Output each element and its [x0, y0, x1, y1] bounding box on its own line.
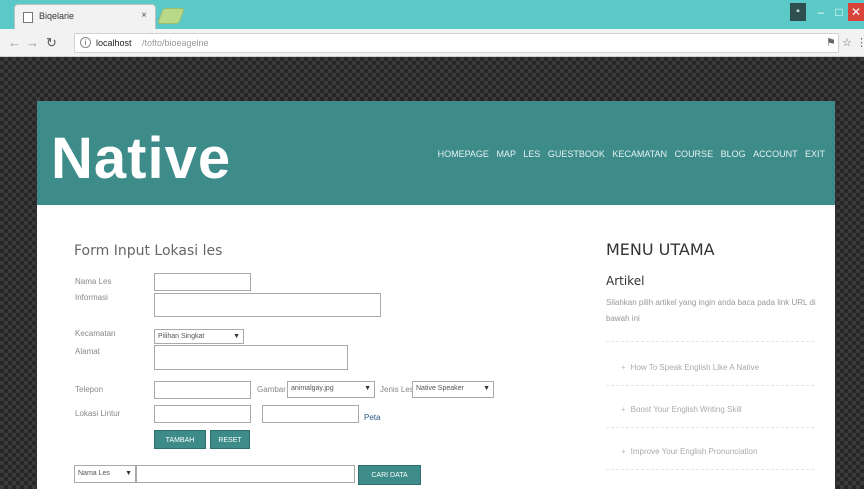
close-window-icon[interactable]: ✕ — [848, 3, 864, 21]
info-icon[interactable]: i — [80, 37, 91, 48]
label-informasi: Informasi — [75, 293, 108, 302]
chevron-down-icon: ▼ — [233, 333, 240, 340]
sidebar-divider — [606, 469, 814, 470]
jenis-les-selected-value: Native Speaker — [416, 385, 464, 392]
jenis-les-select[interactable]: Native Speaker ▼ — [412, 381, 494, 398]
main-nav: HOMEPAGE MAP LES GUESTBOOK KECAMATAN COU… — [433, 149, 825, 159]
bullet-icon: + — [621, 447, 626, 456]
search-input[interactable] — [136, 465, 355, 483]
label-lokasi: Lokasi Lintur — [75, 409, 121, 418]
gambar-selected-value: animalgay.jpg — [291, 385, 334, 392]
nav-exit[interactable]: EXIT — [805, 149, 825, 159]
latitude-input[interactable] — [154, 405, 251, 423]
telepon-input[interactable] — [154, 381, 251, 399]
sidebar-divider — [606, 427, 814, 428]
nav-blog[interactable]: BLOG — [721, 149, 746, 159]
bullet-icon: + — [621, 363, 626, 372]
minimize-icon[interactable]: – — [812, 3, 830, 21]
sidebar-divider — [606, 341, 814, 342]
form-title: Form Input Lokasi les — [74, 243, 223, 259]
reload-icon[interactable]: ↻ — [46, 35, 57, 51]
nama-les-input[interactable] — [154, 273, 251, 291]
url-path: /tofto/bioeagelne — [142, 38, 209, 48]
label-nama-les: Nama Les — [75, 277, 112, 286]
browser-toolbar: ← → ↻ i localhost /tofto/bioeagelne ⚑ ☆ … — [0, 29, 864, 57]
label-jenis-les: Jenis Les — [380, 385, 414, 394]
sidebar-divider — [606, 385, 814, 386]
label-alamat: Alamat — [75, 347, 100, 356]
star-icon[interactable]: ☆ — [842, 36, 852, 49]
profile-icon[interactable]: ▪ — [790, 3, 806, 21]
tab-close-icon[interactable]: × — [141, 10, 147, 21]
site-header: Native HOMEPAGE MAP LES GUESTBOOK KECAMA… — [37, 101, 835, 205]
sidebar-description: Silahkan pilih artikel yang ingin anda b… — [606, 298, 816, 323]
nav-guestbook[interactable]: GUESTBOOK — [548, 149, 605, 159]
gambar-select[interactable]: animalgay.jpg ▼ — [287, 381, 375, 398]
nav-account[interactable]: ACCOUNT — [753, 149, 797, 159]
site-container: Native HOMEPAGE MAP LES GUESTBOOK KECAMA… — [37, 101, 835, 489]
back-arrow-icon[interactable]: ← — [8, 35, 21, 50]
alamat-textarea[interactable] — [154, 345, 348, 370]
sidebar-subtitle: Artikel — [606, 274, 645, 288]
forward-arrow-icon[interactable]: → — [26, 35, 39, 50]
nav-homepage[interactable]: HOMEPAGE — [438, 149, 489, 159]
translate-icon[interactable]: ⚑ — [826, 36, 836, 49]
sidebar-link-label: Improve Your English Pronunciation — [630, 447, 758, 456]
browser-tab[interactable]: Biqelarie × — [14, 4, 156, 29]
search-field-selected-value: Nama Les — [78, 470, 110, 477]
label-telepon: Telepon — [75, 385, 104, 394]
search-field-select[interactable]: Nama Les ▼ — [74, 465, 136, 483]
longitude-input[interactable] — [262, 405, 359, 423]
sidebar-link-item[interactable]: + How To Speak English Like A Native — [621, 363, 759, 372]
informasi-textarea[interactable] — [154, 293, 381, 317]
reset-button[interactable]: RESET — [210, 430, 250, 449]
chevron-down-icon: ▼ — [483, 385, 490, 392]
tambah-button[interactable]: TAMBAH — [154, 430, 206, 449]
label-kecamatan: Kecamatan — [75, 329, 116, 338]
main-content: Form Input Lokasi les Nama Les Informasi… — [37, 205, 835, 489]
new-tab-button[interactable] — [157, 8, 185, 24]
kecamatan-selected-value: Pilihan Singkat — [158, 333, 205, 340]
kecamatan-select[interactable]: Pilihan Singkat ▼ — [154, 329, 244, 344]
sidebar-link-item[interactable]: + Boost Your English Writing Skill — [621, 405, 742, 414]
chevron-down-icon: ▼ — [125, 470, 132, 477]
nav-les[interactable]: LES — [523, 149, 540, 159]
sidebar-link-item[interactable]: + Improve Your English Pronunciation — [621, 447, 757, 456]
chevron-down-icon: ▼ — [364, 385, 371, 392]
sidebar-link-label: Boost Your English Writing Skill — [630, 405, 742, 414]
nav-course[interactable]: COURSE — [675, 149, 714, 159]
site-logo[interactable]: Native — [51, 125, 231, 192]
address-bar[interactable]: i localhost /tofto/bioeagelne — [74, 33, 839, 53]
sidebar-link-label: How To Speak English Like A Native — [630, 363, 760, 372]
page-background: Native HOMEPAGE MAP LES GUESTBOOK KECAMA… — [0, 57, 864, 489]
menu-icon[interactable]: ⋮ — [856, 36, 864, 49]
browser-titlebar: Biqelarie × ▪ – □ ✕ — [0, 0, 864, 29]
url-host: localhost — [96, 38, 132, 48]
maximize-icon[interactable]: □ — [830, 3, 848, 21]
bullet-icon: + — [621, 405, 626, 414]
label-gambar: Gambar — [257, 385, 286, 394]
page-favicon-icon — [23, 12, 33, 23]
nav-map[interactable]: MAP — [496, 149, 515, 159]
tab-title: Biqelarie — [39, 11, 75, 21]
sidebar-title: MENU UTAMA — [606, 240, 715, 259]
nav-kecamatan[interactable]: KECAMATAN — [612, 149, 667, 159]
peta-link[interactable]: Peta — [364, 413, 380, 422]
cari-data-button[interactable]: CARI DATA — [358, 465, 421, 485]
